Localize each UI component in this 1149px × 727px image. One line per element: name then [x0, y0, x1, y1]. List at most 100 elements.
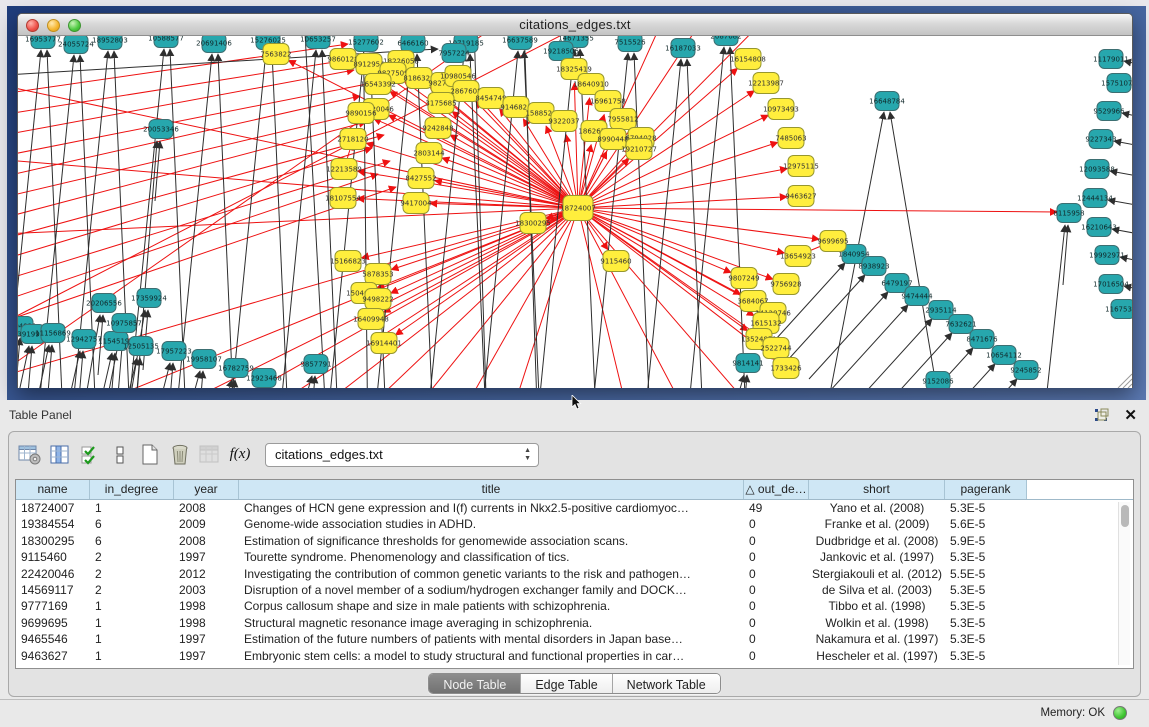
table-cell[interactable]: Wolkin et al. (1998)	[809, 615, 945, 631]
table-cell[interactable]: 0	[744, 533, 809, 549]
table-row[interactable]: 946362711997Embryonic stem cells: a mode…	[16, 648, 1133, 664]
network-canvas[interactable]: 1695377724055724189528031058857720691406…	[18, 36, 1132, 388]
table-cell[interactable]: Disruption of a novel member of a sodium…	[239, 582, 744, 598]
delete-table-button[interactable]	[167, 442, 193, 468]
table-cell[interactable]: 1997	[174, 648, 239, 664]
table-cell[interactable]: 2008	[174, 533, 239, 549]
table-cell[interactable]: Structural magnetic resonance image aver…	[239, 615, 744, 631]
table-cell[interactable]: 5.3E-5	[945, 648, 1027, 664]
table-cell[interactable]: 22420046	[16, 566, 90, 582]
float-panel-icon[interactable]	[1094, 408, 1109, 423]
table-cell[interactable]: 9699695	[16, 615, 90, 631]
table-cell[interactable]: de Silva et al. (2003)	[809, 582, 945, 598]
table-cell[interactable]: 18724007	[16, 500, 90, 516]
table-row[interactable]: 1830029562008Estimation of significance …	[16, 533, 1133, 549]
table-header-row[interactable]: namein_degreeyeartitle△ out_de…shortpage…	[16, 480, 1133, 500]
table-cell[interactable]: Tourette syndrome. Phenomenology and cla…	[239, 549, 744, 565]
table-cell[interactable]: Franke et al. (2009)	[809, 516, 945, 532]
table-settings-button[interactable]	[17, 442, 43, 468]
table-cell[interactable]: 2012	[174, 566, 239, 582]
table-cell[interactable]: 5.3E-5	[945, 500, 1027, 516]
table-row[interactable]: 1938455462009Genome-wide association stu…	[16, 516, 1133, 532]
import-table-button[interactable]	[197, 442, 223, 468]
close-panel-icon[interactable]: ✕	[1124, 406, 1137, 424]
table-cell[interactable]: 1998	[174, 598, 239, 614]
table-cell[interactable]: 2003	[174, 582, 239, 598]
select-all-check-button[interactable]	[77, 442, 103, 468]
table-cell[interactable]: 0	[744, 516, 809, 532]
table-type-segmented-control[interactable]: Node TableEdge TableNetwork Table	[428, 673, 720, 694]
table-cell[interactable]: Corpus callosum shape and size in male p…	[239, 598, 744, 614]
table-cell[interactable]: Hescheler et al. (1997)	[809, 648, 945, 664]
tab-node-table[interactable]: Node Table	[429, 674, 521, 694]
table-cell[interactable]: 1	[90, 648, 174, 664]
table-row[interactable]: 1456911722003Disruption of a novel membe…	[16, 582, 1133, 598]
table-cell[interactable]: 49	[744, 500, 809, 516]
table-cell[interactable]: 9777169	[16, 598, 90, 614]
table-scrollbar[interactable]	[1118, 502, 1130, 665]
table-row[interactable]: 977716911998Corpus callosum shape and si…	[16, 598, 1133, 614]
table-row[interactable]: 946554611997Estimation of the future num…	[16, 631, 1133, 647]
table-cell[interactable]: Genome-wide association studies in ADHD.	[239, 516, 744, 532]
merge-columns-button[interactable]	[107, 442, 133, 468]
table-cell[interactable]: Estimation of the future numbers of pati…	[239, 631, 744, 647]
window-titlebar[interactable]: citations_edges.txt	[18, 14, 1132, 36]
new-table-button[interactable]	[137, 442, 163, 468]
table-cell[interactable]: 18300295	[16, 533, 90, 549]
column-header-in_degree[interactable]: in_degree	[90, 480, 174, 499]
column-header-short[interactable]: short	[809, 480, 945, 499]
table-cell[interactable]: 6	[90, 516, 174, 532]
table-cell[interactable]: 0	[744, 615, 809, 631]
table-cell[interactable]: 5.3E-5	[945, 582, 1027, 598]
table-cell[interactable]: 9463627	[16, 648, 90, 664]
table-cell[interactable]: Changes of HCN gene expression and I(f) …	[239, 500, 744, 516]
table-cell[interactable]: 0	[744, 631, 809, 647]
table-cell[interactable]: Investigating the contribution of common…	[239, 566, 744, 582]
node-table[interactable]: namein_degreeyeartitle△ out_de…shortpage…	[15, 479, 1134, 669]
table-row[interactable]: 2242004622012Investigating the contribut…	[16, 566, 1133, 582]
table-cell[interactable]: 0	[744, 549, 809, 565]
select-columns-button[interactable]	[47, 442, 73, 468]
table-row[interactable]: 911546021997Tourette syndrome. Phenomeno…	[16, 549, 1133, 565]
table-cell[interactable]: 14569117	[16, 582, 90, 598]
table-body[interactable]: 1872400712008Changes of HCN gene express…	[16, 500, 1133, 664]
table-cell[interactable]: 5.6E-5	[945, 516, 1027, 532]
table-cell[interactable]: Tibbo et al. (1998)	[809, 598, 945, 614]
table-cell[interactable]: 6	[90, 533, 174, 549]
column-header-title[interactable]: title	[239, 480, 744, 499]
table-cell[interactable]: 2	[90, 582, 174, 598]
table-cell[interactable]: Nakamura et al. (1997)	[809, 631, 945, 647]
column-header-pagerank[interactable]: pagerank	[945, 480, 1027, 499]
table-cell[interactable]: Estimation of significance thresholds fo…	[239, 533, 744, 549]
column-header-out_de[interactable]: △ out_de…	[744, 480, 809, 499]
table-cell[interactable]: 5.3E-5	[945, 615, 1027, 631]
table-cell[interactable]: 19384554	[16, 516, 90, 532]
table-cell[interactable]: Dudbridge et al. (2008)	[809, 533, 945, 549]
canvas-resize-grip[interactable]	[1118, 374, 1132, 388]
table-cell[interactable]: 5.9E-5	[945, 533, 1027, 549]
table-select-dropdown[interactable]: citations_edges.txt ▲▼	[265, 443, 539, 467]
table-cell[interactable]: 5.3E-5	[945, 598, 1027, 614]
table-cell[interactable]: 1997	[174, 631, 239, 647]
table-cell[interactable]: 1998	[174, 615, 239, 631]
table-row[interactable]: 969969511998Structural magnetic resonanc…	[16, 615, 1133, 631]
table-cell[interactable]: 2009	[174, 516, 239, 532]
network-view-window[interactable]: citations_edges.txt 16953777240557241895…	[17, 13, 1133, 388]
table-cell[interactable]: 5.3E-5	[945, 631, 1027, 647]
function-builder-button[interactable]: f(x)	[227, 442, 253, 468]
table-cell[interactable]: 1997	[174, 549, 239, 565]
table-cell[interactable]: Stergiakouli et al. (2012)	[809, 566, 945, 582]
tab-network-table[interactable]: Network Table	[613, 674, 720, 694]
table-cell[interactable]: 1	[90, 500, 174, 516]
table-cell[interactable]: 0	[744, 582, 809, 598]
table-cell[interactable]: 9115460	[16, 549, 90, 565]
table-cell[interactable]: 0	[744, 648, 809, 664]
table-cell[interactable]: Yano et al. (2008)	[809, 500, 945, 516]
tab-edge-table[interactable]: Edge Table	[521, 674, 612, 694]
table-cell[interactable]: 0	[744, 598, 809, 614]
table-cell[interactable]: 5.5E-5	[945, 566, 1027, 582]
table-cell[interactable]: 0	[744, 566, 809, 582]
table-cell[interactable]: 2008	[174, 500, 239, 516]
table-cell[interactable]: 1	[90, 615, 174, 631]
table-cell[interactable]: 5.3E-5	[945, 549, 1027, 565]
